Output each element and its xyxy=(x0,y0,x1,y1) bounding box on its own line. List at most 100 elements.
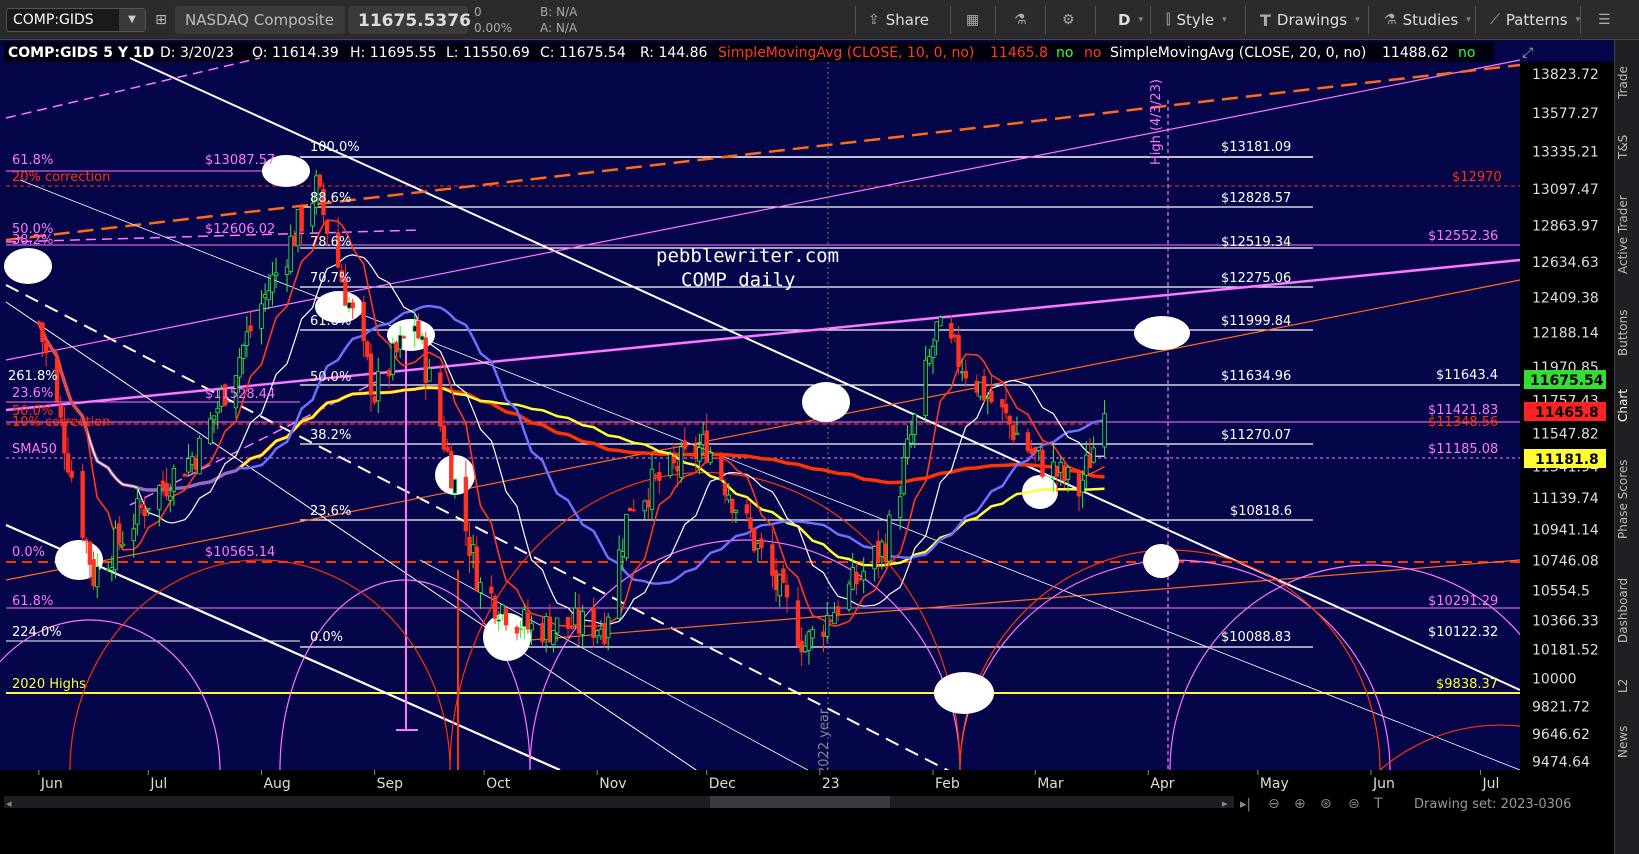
crosshair-icon[interactable]: T xyxy=(1373,796,1383,812)
sidebar-tab-active-trader[interactable]: Active Trader xyxy=(1616,180,1639,290)
candle-body xyxy=(131,528,136,542)
sma10-value: 11465.8 xyxy=(990,45,1048,61)
candle-body xyxy=(777,574,782,597)
drawing-set-label[interactable]: Drawing set: 2023-0306 xyxy=(1414,797,1571,812)
price-tick: 13823.72 xyxy=(1532,67,1599,83)
sma50-tag-text: 11181.8 xyxy=(1535,452,1599,468)
divider xyxy=(950,6,951,34)
scroll-end-icon[interactable]: ▸| xyxy=(1240,797,1251,812)
time-tick: Apr xyxy=(1150,776,1174,792)
zoom-fit-icon[interactable]: ⊜ xyxy=(1348,796,1360,812)
candle-body xyxy=(69,470,74,478)
share-button[interactable]: ⇪ Share xyxy=(860,6,937,34)
expand-icon[interactable]: ⤢ xyxy=(1522,45,1533,61)
change-pct: 0.00% xyxy=(474,21,513,35)
year-marker-label: 2022 year xyxy=(817,708,832,775)
zoom-in-icon[interactable]: ⊕ xyxy=(1294,796,1306,812)
price-tick: 10181.52 xyxy=(1532,643,1599,659)
candle-body xyxy=(554,617,560,634)
candle-body xyxy=(376,370,381,402)
price-tick: 10746.08 xyxy=(1532,553,1599,569)
symbol-input[interactable]: COMP:GIDS ▼ xyxy=(6,8,146,32)
candle-body xyxy=(620,551,625,557)
period-button[interactable]: D ▾ xyxy=(1110,6,1151,34)
candle-body xyxy=(43,342,49,354)
chevron-down-icon: ▾ xyxy=(1355,15,1360,25)
price-tags: 11675.54 11465.8 11181.8 xyxy=(1524,370,1606,468)
last-price-field: 11675.5376 xyxy=(348,6,471,34)
chart-header: COMP:GIDS 5 Y 1D D: 3/20/23 O: 11614.39 … xyxy=(4,42,1533,62)
candle-body xyxy=(1102,413,1107,448)
scrollbar-thumb[interactable] xyxy=(710,796,890,808)
style-button[interactable]: ⫿ Style ▾ xyxy=(1158,6,1235,34)
candle-body xyxy=(1065,467,1071,480)
candle-body xyxy=(540,622,545,643)
grid-button[interactable]: ▦ xyxy=(958,6,987,34)
sidebar-tab-phase-scores[interactable]: Phase Scores xyxy=(1616,444,1639,554)
candle-body xyxy=(781,568,786,583)
left-label: 261.8% xyxy=(8,369,58,384)
sidebar-tab-chart[interactable]: Chart xyxy=(1616,376,1639,436)
candle-body xyxy=(65,453,71,473)
right-sidebar: Trade T&S Active Trader Buttons Chart Ph… xyxy=(1614,40,1639,854)
candle-body xyxy=(241,345,246,359)
left-label: 61.8% xyxy=(12,594,53,609)
candle-body xyxy=(171,467,177,492)
sidebar-tab-trade[interactable]: Trade xyxy=(1616,58,1639,108)
candle-body xyxy=(441,425,447,450)
change-block: 0 0.00% xyxy=(474,4,512,36)
flask-button[interactable]: ⚗ xyxy=(1006,6,1035,34)
price-tick: 10000 xyxy=(1532,671,1577,687)
settings-button[interactable]: ⚙ xyxy=(1054,6,1083,34)
fib-label: 61.8% xyxy=(310,314,351,329)
patterns-button[interactable]: ⟋ Patterns ▾ xyxy=(1482,6,1588,34)
last-price-text: 11675.5376 xyxy=(358,11,471,31)
candle-body xyxy=(157,485,162,510)
candle-body xyxy=(748,517,753,530)
sidebar-tab-dashboard[interactable]: Dashboard xyxy=(1616,560,1639,660)
candle-body xyxy=(445,446,450,452)
candle-body xyxy=(1029,448,1034,454)
header-low: L: 11550.69 xyxy=(446,45,530,61)
price-chart[interactable]: COMP:GIDS 5 Y 1D D: 3/20/23 O: 11614.39 … xyxy=(0,40,1621,854)
candle-body xyxy=(963,370,969,379)
candle-body xyxy=(901,457,907,495)
sidebar-tab-ts[interactable]: T&S xyxy=(1616,122,1639,172)
sidebar-tab-l2[interactable]: L2 xyxy=(1616,666,1639,706)
scrollbar-track[interactable] xyxy=(4,796,1234,808)
price-tick: 13335.21 xyxy=(1532,144,1599,160)
zoom-reset-icon[interactable]: ⊛ xyxy=(1320,796,1332,812)
zoom-out-icon[interactable]: ⊖ xyxy=(1268,796,1280,812)
right-value: $11348.56 xyxy=(1428,415,1498,430)
candle-body xyxy=(84,539,89,542)
change-value: 0 xyxy=(474,5,482,19)
time-tick: 23 xyxy=(822,776,840,792)
sidebar-tab-news[interactable]: News xyxy=(1616,712,1639,772)
link-icon[interactable]: ⊞ xyxy=(150,9,172,31)
studies-button[interactable]: ⚗ Studies ▾ xyxy=(1376,6,1479,34)
sidebar-tab-buttons[interactable]: Buttons xyxy=(1616,298,1639,368)
symbol-dropdown-icon[interactable]: ▼ xyxy=(119,9,145,31)
candle-body xyxy=(861,570,866,581)
sma10-flag2: no xyxy=(1084,45,1101,61)
candle-body xyxy=(1076,473,1082,497)
chart-area[interactable]: COMP:GIDS 5 Y 1D D: 3/20/23 O: 11614.39 … xyxy=(0,40,1621,854)
drawings-button[interactable]: T Drawings ▾ xyxy=(1252,6,1368,34)
candle-body xyxy=(949,322,954,339)
scroll-left-icon[interactable]: ◂ xyxy=(6,797,12,810)
candle-body xyxy=(1000,399,1005,408)
symbol-text: COMP:GIDS xyxy=(13,12,94,28)
flask-icon: ⚗ xyxy=(1384,12,1397,28)
drawings-label: Drawings xyxy=(1276,11,1348,29)
time-tick: May xyxy=(1260,776,1289,792)
candle-body xyxy=(500,604,505,615)
scroll-right-icon[interactable]: ▸ xyxy=(1222,797,1228,810)
candle-body xyxy=(299,207,304,232)
ask-value: A: N/A xyxy=(540,21,578,35)
menu-button[interactable]: ☰ xyxy=(1590,6,1619,34)
candle-body xyxy=(1084,454,1089,476)
candle-body xyxy=(36,321,42,324)
fib-value: $10088.83 xyxy=(1221,630,1291,645)
price-tick: 10554.5 xyxy=(1532,584,1590,600)
time-axis[interactable] xyxy=(0,770,1614,792)
